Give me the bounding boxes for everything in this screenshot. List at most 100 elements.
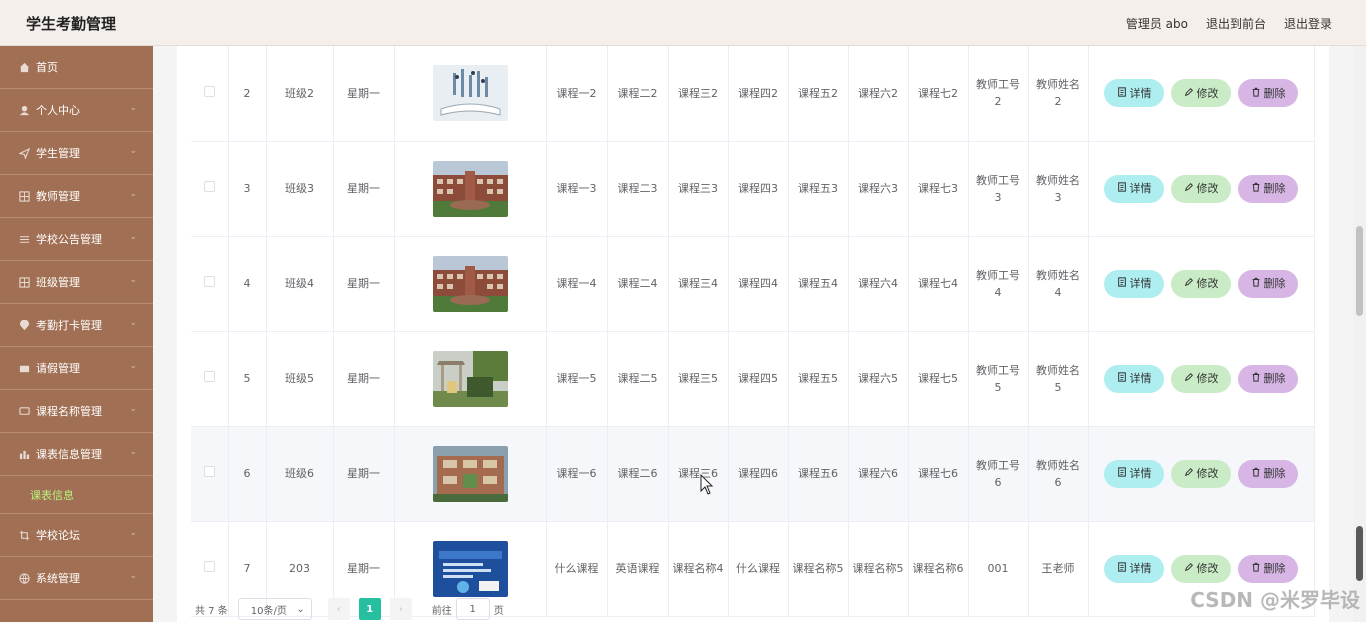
- course-cell-4: 课程四6: [728, 426, 789, 522]
- page-scrollbar[interactable]: [1353, 46, 1366, 622]
- delete-button[interactable]: 删除: [1238, 79, 1298, 108]
- weekday-cell: 星期一: [333, 426, 395, 522]
- scrollbar-thumb-inner[interactable]: [1356, 526, 1363, 581]
- row-checkbox-cell[interactable]: [191, 331, 229, 427]
- sidebar-subitem-schedule-info[interactable]: 课表信息: [0, 476, 153, 514]
- course-cell-2: 课程二4: [607, 236, 669, 332]
- teacher-no-cell: 教师工号 4: [968, 236, 1029, 332]
- actions-cell: 详情 修改 删除: [1088, 426, 1315, 522]
- goto-page-input[interactable]: 1: [455, 598, 490, 620]
- chevron-down-icon: ⌄: [129, 232, 137, 242]
- delete-button[interactable]: 删除: [1238, 459, 1298, 488]
- delete-button[interactable]: 删除: [1238, 554, 1298, 583]
- detail-button[interactable]: 详情: [1104, 79, 1164, 108]
- cell-line: 4: [1054, 285, 1062, 299]
- cell-line: 2: [994, 95, 1002, 109]
- detail-button[interactable]: 详情: [1104, 554, 1164, 583]
- course-cell-6: 课程六5: [848, 331, 909, 427]
- edit-button[interactable]: 修改: [1171, 554, 1231, 583]
- row-checkbox[interactable]: [203, 85, 215, 97]
- sidebar-item-1[interactable]: 个人中心 ⌄: [0, 89, 153, 132]
- chevron-down-icon: ⌄: [129, 571, 137, 581]
- row-checkbox-cell[interactable]: [191, 236, 229, 332]
- cell-line: 教师姓名: [1036, 458, 1080, 472]
- sidebar-item-5[interactable]: 班级管理 ⌄: [0, 261, 153, 304]
- school-image: [432, 255, 508, 312]
- trash-icon: [1251, 180, 1261, 197]
- row-checkbox-cell[interactable]: [191, 46, 229, 142]
- sidebar-item-label: 系统管理: [36, 572, 80, 585]
- sidebar-item-2[interactable]: 学生管理 ⌄: [0, 132, 153, 175]
- doc-icon: [1117, 180, 1127, 197]
- course-cell-1: 课程一4: [546, 236, 608, 332]
- edit-button[interactable]: 修改: [1171, 269, 1231, 298]
- row-index-cell: 5: [228, 331, 267, 427]
- trash-icon: [1251, 370, 1261, 387]
- class-cell: 班级5: [266, 331, 334, 427]
- doc-icon: [1117, 275, 1127, 292]
- cell-line: 5: [1054, 380, 1062, 394]
- class-cell: 班级3: [266, 141, 334, 237]
- edit-button[interactable]: 修改: [1171, 364, 1231, 393]
- detail-button[interactable]: 详情: [1104, 364, 1164, 393]
- book-image: [432, 65, 508, 122]
- detail-button[interactable]: 详情: [1104, 269, 1164, 298]
- detail-button[interactable]: 详情: [1104, 174, 1164, 203]
- scrollbar-thumb[interactable]: [1356, 226, 1363, 316]
- page-size-select[interactable]: 10条/页 ⌄: [237, 598, 312, 620]
- sidebar-item-1[interactable]: 系统管理 ⌄: [0, 557, 153, 600]
- edit-button[interactable]: 修改: [1171, 79, 1231, 108]
- sidebar-item-label: 学校论坛: [36, 529, 80, 542]
- sidebar-item-3[interactable]: 教师管理 ⌄: [0, 175, 153, 218]
- row-checkbox-cell[interactable]: [191, 426, 229, 522]
- sidebar-item-label: 请假管理: [36, 362, 80, 375]
- teacher-name-cell: 王老师: [1028, 521, 1089, 617]
- course-cell-6: 课程名称5: [848, 521, 909, 617]
- row-checkbox[interactable]: [203, 181, 215, 192]
- edit-button[interactable]: 修改: [1171, 459, 1231, 488]
- row-checkbox[interactable]: [203, 561, 215, 572]
- delete-button[interactable]: 删除: [1238, 174, 1298, 203]
- row-index-cell: 3: [228, 141, 267, 237]
- row-checkbox[interactable]: [203, 466, 215, 477]
- sidebar-item-6[interactable]: 考勤打卡管理 ⌄: [0, 304, 153, 347]
- globe-icon: [18, 572, 30, 584]
- send-icon: [18, 147, 30, 159]
- cell-line: 教师姓名: [1036, 363, 1080, 377]
- page-number-button[interactable]: 1: [358, 598, 381, 620]
- prev-page-button[interactable]: ‹: [327, 598, 350, 620]
- delete-button[interactable]: 删除: [1238, 364, 1298, 393]
- detail-button[interactable]: 详情: [1104, 459, 1164, 488]
- course-cell-5: 课程五3: [788, 141, 849, 237]
- sidebar-item-7[interactable]: 请假管理 ⌄: [0, 347, 153, 390]
- course-cell-7: 课程七5: [908, 331, 969, 427]
- admin-user-label[interactable]: 管理员 abo: [1126, 15, 1188, 32]
- location-icon: [18, 319, 30, 331]
- sidebar-item-8[interactable]: 课程名称管理 ⌄: [0, 390, 153, 433]
- teacher-no-cell: 教师工号 3: [968, 141, 1029, 237]
- row-checkbox[interactable]: [203, 276, 215, 287]
- sliders-icon: [18, 233, 30, 245]
- chevron-down-icon: ⌄: [129, 447, 137, 457]
- course-cell-1: 课程一2: [546, 46, 608, 142]
- edit-button[interactable]: 修改: [1171, 174, 1231, 203]
- sidebar-item-0[interactable]: 学校论坛 ⌄: [0, 514, 153, 557]
- mouse-cursor-icon: [700, 474, 714, 495]
- cell-line: 教师姓名: [1036, 78, 1080, 92]
- course-cell-3: 课程名称4: [668, 521, 729, 617]
- logout-link[interactable]: 退出登录: [1284, 15, 1332, 32]
- sidebar-item-9[interactable]: 课表信息管理 ⌄: [0, 433, 153, 476]
- sidebar-item-4[interactable]: 学校公告管理 ⌄: [0, 218, 153, 261]
- row-checkbox[interactable]: [203, 371, 215, 382]
- next-page-button[interactable]: ›: [389, 598, 412, 620]
- course-cell-6: 课程六6: [848, 426, 909, 522]
- class-cell: 班级6: [266, 426, 334, 522]
- teacher-name-cell: 教师姓名 2: [1028, 46, 1089, 142]
- pagination: 共 7 条 10条/页 ⌄ ‹ 1 › 前往 1 页: [195, 598, 504, 620]
- row-checkbox-cell[interactable]: [191, 141, 229, 237]
- sidebar-item-0[interactable]: 首页: [0, 46, 153, 89]
- delete-button[interactable]: 删除: [1238, 269, 1298, 298]
- course-cell-3: 课程三6: [668, 426, 729, 522]
- back-to-front-link[interactable]: 退出到前台: [1206, 15, 1266, 32]
- course-cell-2: 课程二5: [607, 331, 669, 427]
